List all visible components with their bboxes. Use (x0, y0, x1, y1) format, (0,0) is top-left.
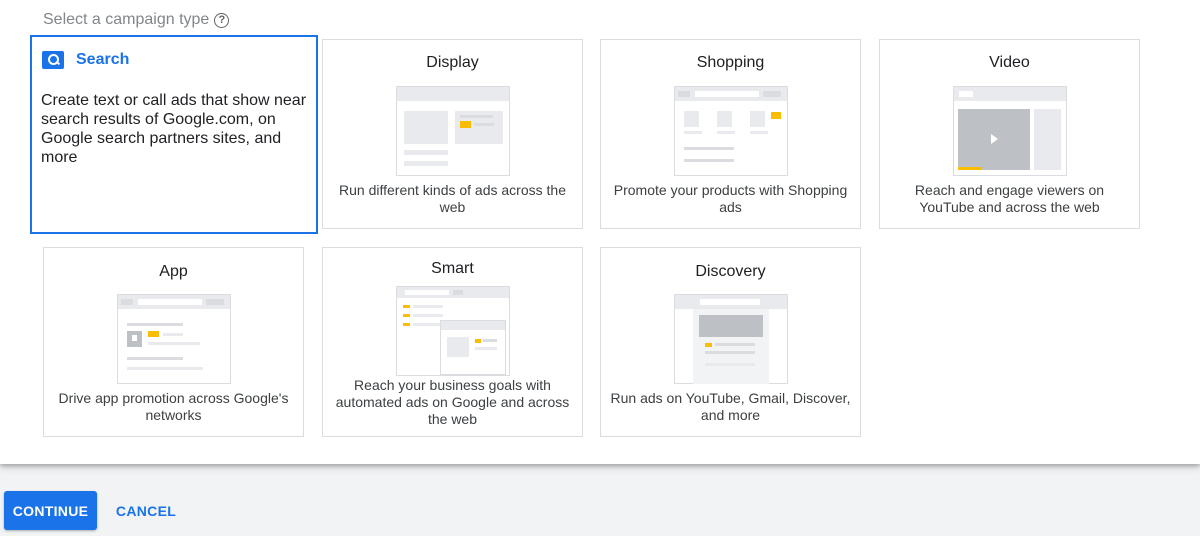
search-card-description: Create text or call ads that show near s… (41, 92, 307, 166)
app-illustration (117, 294, 231, 384)
app-card-title: App (159, 263, 188, 280)
card-app[interactable]: App Drive app promotion across Google's … (43, 247, 304, 437)
discovery-card-title: Discovery (695, 263, 766, 280)
video-card-description: Reach and engage viewers on YouTube and … (914, 182, 1105, 215)
video-illustration (953, 86, 1067, 176)
shopping-card-title: Shopping (696, 54, 765, 71)
discovery-illustration (674, 294, 788, 384)
card-smart[interactable]: Smart Reach your business goals with aut… (322, 247, 583, 437)
display-card-description: Run different kinds of ads across the we… (339, 182, 566, 215)
search-icon (42, 51, 64, 69)
card-search[interactable]: Search Create text or call ads that show… (30, 35, 318, 234)
video-card-title: Video (989, 54, 1030, 71)
card-discovery[interactable]: Discovery Run ads on YouTube, Gmail, Dis… (600, 247, 861, 437)
display-illustration (396, 86, 510, 176)
display-card-title: Display (426, 54, 479, 71)
shopping-illustration (674, 86, 788, 176)
card-shopping[interactable]: Shopping Promote your products with Shop… (600, 39, 861, 229)
campaign-type-panel: Select a campaign type ? Search Create t… (0, 0, 1200, 464)
section-title-text: Select a campaign type (43, 11, 210, 28)
section-title: Select a campaign type ? (43, 11, 230, 29)
help-icon[interactable]: ? (214, 12, 230, 28)
card-display[interactable]: Display Run different kinds of ads acros… (322, 39, 583, 229)
shopping-card-description: Promote your products with Shopping ads (613, 182, 848, 215)
cancel-button[interactable]: CANCEL (108, 491, 184, 530)
search-card-title: Search (76, 51, 130, 68)
app-card-description: Drive app promotion across Google's netw… (58, 390, 289, 423)
discovery-card-description: Run ads on YouTube, Gmail, Discover, and… (610, 390, 851, 423)
card-video[interactable]: Video Reach and engage viewers on YouTub… (879, 39, 1140, 229)
smart-card-title: Smart (431, 260, 474, 277)
search-card-header: Search (42, 51, 129, 69)
smart-card-description: Reach your business goals with automated… (335, 377, 570, 427)
continue-button[interactable]: CONTINUE (4, 491, 97, 530)
smart-illustration (396, 286, 510, 376)
